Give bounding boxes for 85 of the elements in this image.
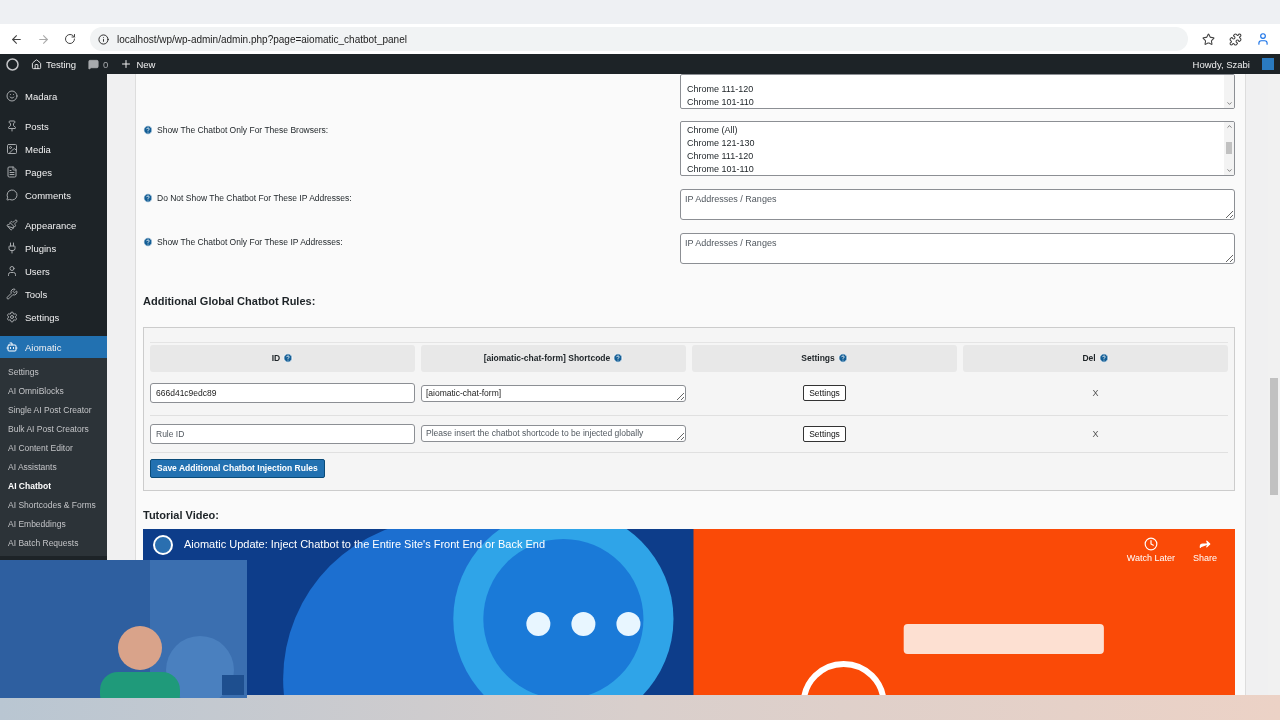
scroll-thumb[interactable] [1226, 142, 1232, 155]
listbox-option[interactable]: Chrome 121-130 [687, 136, 1218, 151]
field-label: Show The Chatbot Only For These Browsers: [157, 124, 329, 135]
shortcode-field[interactable]: Please insert the chatbot shortcode to be injected globally [421, 425, 686, 443]
rule-id-field[interactable]: Rule ID [150, 423, 415, 444]
home-icon[interactable] [31, 58, 42, 70]
back-icon[interactable] [10, 32, 23, 46]
scroll-up-icon[interactable] [1225, 122, 1233, 130]
help-icon[interactable] [613, 353, 624, 364]
listbox-option[interactable]: Chrome 101-110 [687, 163, 1218, 175]
submenu-item[interactable]: AI Embeddings [0, 514, 107, 533]
sidebar-item[interactable]: Pages [0, 161, 107, 183]
field-label: Show The Chatbot Only For These IP Addresses: [157, 236, 343, 247]
submenu-item[interactable]: Settings [0, 362, 107, 381]
submenu-item[interactable]: AI Chatbot [0, 476, 107, 495]
profile-icon[interactable] [1256, 32, 1270, 46]
sidebar-item[interactable]: Appearance [0, 214, 107, 236]
ip-address-field[interactable]: IP Addresses / Ranges [680, 232, 1235, 264]
sidebar-item[interactable]: Plugins [0, 237, 107, 259]
save-rules-button[interactable]: Save Additional Chatbot Injection Rules [150, 458, 325, 478]
help-icon[interactable] [1098, 353, 1109, 364]
sidebar-item[interactable]: Media [0, 138, 107, 160]
section-heading: Additional Global Chatbot Rules: [143, 294, 316, 307]
menu-icon [6, 341, 18, 353]
column-header: ID [150, 344, 415, 372]
submenu-item[interactable]: AI Shortcodes & Forms [0, 495, 107, 514]
listbox-option[interactable]: Chrome (All) [687, 123, 1218, 137]
column-header: [aiomatic-chat-form] Shortcode [421, 344, 686, 372]
new-link[interactable]: New [136, 58, 156, 70]
sidebar-item[interactable]: Aiomatic [0, 336, 107, 358]
url-text: localhost/wp/wp-admin/admin.php?page=aiomatic_chatbot_panel [117, 33, 407, 45]
menu-icon [6, 166, 18, 178]
listbox-option[interactable]: Chrome 111-120 [687, 83, 1218, 97]
field-label: Do Not Show The Chatbot For These IP Addresses: [157, 192, 352, 203]
help-icon[interactable] [837, 353, 848, 364]
delete-link[interactable]: X [1092, 388, 1099, 399]
submenu-item[interactable]: Bulk AI Post Creators [0, 419, 107, 438]
site-link[interactable]: Testing [46, 58, 77, 70]
menu-icon [6, 311, 18, 323]
help-icon[interactable] [283, 353, 294, 364]
menu-icon [6, 265, 18, 277]
browser-listbox[interactable]: Chrome 111-120 Chrome 101-110 [680, 74, 1235, 109]
sidebar-item[interactable]: Tools [0, 283, 107, 305]
reload-icon[interactable] [64, 33, 76, 45]
scroll-thumb[interactable] [1270, 378, 1278, 495]
comment-icon[interactable] [88, 58, 100, 70]
section-heading: Tutorial Video: [143, 508, 219, 521]
sidebar-item[interactable]: Comments [0, 184, 107, 206]
sidebar-item[interactable]: Posts [0, 115, 107, 137]
menu-icon [6, 189, 18, 201]
listbox-option[interactable]: Chrome 111-120 [687, 150, 1218, 164]
delete-link[interactable]: X [1092, 428, 1099, 439]
browser-listbox[interactable]: Chrome (All) Chrome 121-130 Chrome 111-120 Chrome 101-110 [680, 120, 1235, 176]
settings-button[interactable]: Settings [803, 425, 846, 442]
help-icon[interactable] [143, 124, 153, 135]
help-icon[interactable] [143, 192, 153, 203]
submenu-item[interactable]: AI Batch Requests [0, 533, 107, 552]
shortcode-field[interactable]: [aiomatic-chat-form] [421, 384, 686, 402]
menu-icon [6, 143, 18, 155]
sidebar-item[interactable]: Madara [0, 85, 107, 107]
submenu-item[interactable]: AI Content Editor [0, 438, 107, 457]
settings-button[interactable]: Settings [803, 385, 846, 402]
sidebar-item[interactable]: Settings [0, 306, 107, 328]
ip-address-field[interactable]: IP Addresses / Ranges [680, 188, 1235, 220]
column-header: Del [963, 344, 1228, 372]
comment-count[interactable]: 0 [103, 58, 109, 70]
submenu-item[interactable]: AI OmniBlocks [0, 381, 107, 400]
menu-icon [6, 219, 18, 231]
plus-icon[interactable] [120, 58, 133, 70]
submenu-item[interactable]: Single AI Post Creator [0, 400, 107, 419]
menu-icon [6, 90, 18, 102]
rule-id-field[interactable]: 666d41c9edc89 [150, 383, 415, 404]
menu-icon [6, 242, 18, 254]
address-bar[interactable]: localhost/wp/wp-admin/admin.php?page=aiomatic_chatbot_panel [90, 27, 1188, 51]
listbox-option[interactable]: Chrome 101-110 [687, 96, 1218, 108]
menu-icon [6, 288, 18, 300]
column-header: Settings [692, 344, 957, 372]
bookmark-star-icon[interactable] [1202, 32, 1215, 46]
submenu-item[interactable]: AI Assistants [0, 457, 107, 476]
menu-icon [6, 120, 18, 132]
sidebar-item[interactable]: Users [0, 260, 107, 282]
greeting-text[interactable]: Howdy, Szabi [1192, 58, 1250, 70]
info-icon[interactable] [98, 33, 109, 45]
help-icon[interactable] [143, 236, 153, 247]
extensions-icon[interactable] [1229, 32, 1242, 46]
